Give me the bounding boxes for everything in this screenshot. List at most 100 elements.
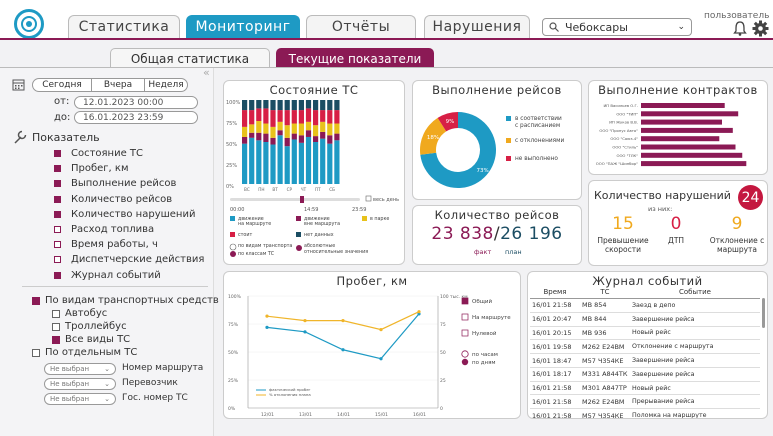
state-bar-segment xyxy=(334,100,340,111)
trips-donut-chart: 73% 18% 9% в соответствиис расписанием с отк… xyxy=(420,112,564,188)
filter-select[interactable]: Не выбран ⌄ xyxy=(44,393,116,405)
journal-row[interactable]: 16/01 21:58 МВ 854 Заезд в депо xyxy=(530,298,760,313)
journal-event: Новый рейс xyxy=(630,326,760,341)
state-bar-segment xyxy=(298,142,304,184)
checkbox[interactable] xyxy=(54,226,61,233)
x-tick-label: ЧТ xyxy=(301,187,307,192)
today-button[interactable]: Сегодня xyxy=(32,78,92,92)
legend-swatch xyxy=(230,232,235,237)
checkbox[interactable] xyxy=(54,241,61,249)
contract-bar xyxy=(641,119,722,125)
tab-violations[interactable]: Нарушения xyxy=(424,15,530,38)
transport-by-each[interactable]: По отдельным ТС xyxy=(32,347,137,358)
checkbox[interactable] xyxy=(54,210,61,218)
journal-row[interactable]: 16/01 20:47 МВ 844 Завершение рейса xyxy=(530,312,760,327)
week-button[interactable]: Неделя xyxy=(144,78,188,92)
subtab-current[interactable]: Текущие показатели xyxy=(276,48,434,68)
tab-reports[interactable]: Отчёты xyxy=(306,15,416,38)
checkbox[interactable] xyxy=(54,195,61,203)
y-tick-label: 25% xyxy=(226,163,237,169)
journal-row[interactable]: 16/01 19:58 М262 Е24ВМ Отклонение с маршру… xyxy=(530,339,760,355)
gear-icon[interactable] xyxy=(752,20,769,37)
transport-type-item[interactable]: Троллейбус xyxy=(52,321,127,332)
city-select[interactable]: Чебоксары ⌄ xyxy=(542,18,692,36)
checkbox[interactable] xyxy=(54,165,61,173)
journal-row[interactable]: 16/01 18:17 М331 А844ТК Завершение рейса xyxy=(530,367,760,382)
checkbox[interactable] xyxy=(54,180,61,188)
journal-row[interactable]: 16/01 21:58 М301 А847ТР Новый рейс xyxy=(530,381,760,396)
journal-event: Завершение рейса xyxy=(630,353,760,368)
journal-row[interactable]: 16/01 21:58 М262 Е24ВМ Прерывание рейса xyxy=(530,394,760,410)
collapse-icon[interactable]: « xyxy=(203,66,210,79)
indicator-item[interactable]: Количество нарушений xyxy=(54,209,195,220)
checkbox[interactable] xyxy=(32,348,40,357)
journal-col-time: Время xyxy=(530,286,580,299)
contracts-title: Выполнение контрактов xyxy=(598,83,758,97)
journal-table: Время ТС Событие 16/01 21:58 МВ 854 Заезд … xyxy=(530,286,760,418)
tab-statistics[interactable]: Статистика xyxy=(68,15,180,38)
transport-type-label: Автобус xyxy=(65,308,108,319)
indicator-item[interactable]: Время работы, ч xyxy=(54,239,158,250)
y-right-tick-label: 75 xyxy=(440,322,446,328)
date-from-field[interactable]: 12.01.2023 00:00 xyxy=(74,96,198,109)
transport-type-item[interactable]: Все виды ТС xyxy=(52,334,130,345)
tab-monitoring[interactable]: Мониторинг xyxy=(186,15,300,38)
checkbox[interactable] xyxy=(54,256,61,264)
mileage-point xyxy=(341,319,345,323)
slice-label: 73% xyxy=(477,168,489,174)
checkbox[interactable] xyxy=(52,335,60,344)
transport-by-type[interactable]: По видам транспортных средств xyxy=(32,295,219,306)
violations-sub: из них: xyxy=(648,205,673,213)
indicator-item[interactable]: Расход топлива xyxy=(54,224,154,235)
search-icon xyxy=(549,22,559,32)
transport-type-item[interactable]: Автобус xyxy=(52,308,107,319)
journal-event: Прерывание рейса xyxy=(630,394,760,410)
legend-label: в соответствии xyxy=(515,116,562,122)
state-bar-segment xyxy=(327,110,333,124)
indicator-item[interactable]: Состояние ТС xyxy=(54,148,143,159)
checkbox[interactable] xyxy=(54,150,61,157)
indicator-item[interactable]: Журнал событий xyxy=(54,270,161,281)
indicator-item[interactable]: Количество рейсов xyxy=(54,194,172,205)
journal-vehicle: М262 Е24ВМ xyxy=(580,394,630,410)
checkbox[interactable] xyxy=(52,322,60,331)
state-bar-segment xyxy=(327,143,333,184)
checkbox[interactable] xyxy=(32,296,40,305)
filter-select-value: Не выбран xyxy=(50,395,90,403)
indicator-item[interactable]: Диспетчерские действия xyxy=(54,254,204,265)
transport-type-label: Все виды ТС xyxy=(65,334,131,345)
filter-select[interactable]: Не выбран ⌄ xyxy=(44,378,116,390)
state-bar-segment xyxy=(256,100,262,109)
journal-row[interactable]: 16/01 20:15 МВ 936 Новый рейс xyxy=(530,326,760,341)
journal-row[interactable]: 16/01 21:58 М57 Ч354КЕ Поломка на маршруте xyxy=(530,408,760,418)
indicator-item[interactable]: Выполнение рейсов xyxy=(54,178,176,189)
state-bar-segment xyxy=(291,139,297,184)
legend-label: с отклонениями xyxy=(515,138,564,144)
journal-time: 16/01 21:58 xyxy=(530,408,580,418)
journal-scrollbar[interactable] xyxy=(762,298,765,328)
checkbox[interactable] xyxy=(52,309,60,318)
filter-label: Гос. номер ТС xyxy=(122,393,188,403)
y-right-tick-label: 25 xyxy=(440,378,446,384)
bell-icon[interactable] xyxy=(733,21,747,36)
journal-table-wrap[interactable]: Время ТС Событие 16/01 21:58 МВ 854 Заезд … xyxy=(530,286,764,418)
state-bar-segment xyxy=(334,123,340,134)
checkbox[interactable] xyxy=(54,271,61,279)
subtab-general[interactable]: Общая статистика xyxy=(110,48,270,68)
date-to-field[interactable]: 16.01.2023 23:59 xyxy=(74,111,198,124)
state-bar-segment xyxy=(263,133,269,142)
y-right-tick-label: 0 xyxy=(440,406,443,412)
slice-label: 18% xyxy=(427,135,439,141)
yesterday-button[interactable]: Вчера xyxy=(91,78,145,92)
filter-select[interactable]: Не выбран ⌄ xyxy=(44,363,116,375)
state-bar-segment xyxy=(277,100,283,111)
journal-row[interactable]: 16/01 18:47 М57 Ч354КЕ Завершение рейса xyxy=(530,353,760,368)
journal-event: Поломка на маршруте xyxy=(630,408,760,418)
journal-time: 16/01 20:15 xyxy=(530,326,580,341)
indicator-item[interactable]: Пробег, км xyxy=(54,163,129,174)
y-tick-label: 50% xyxy=(228,350,239,356)
state-bar-segment xyxy=(320,138,326,184)
indicator-label: Журнал событий xyxy=(71,269,161,281)
legend-label: на маршруте xyxy=(238,222,271,227)
y-tick-label: 100% xyxy=(226,100,241,106)
